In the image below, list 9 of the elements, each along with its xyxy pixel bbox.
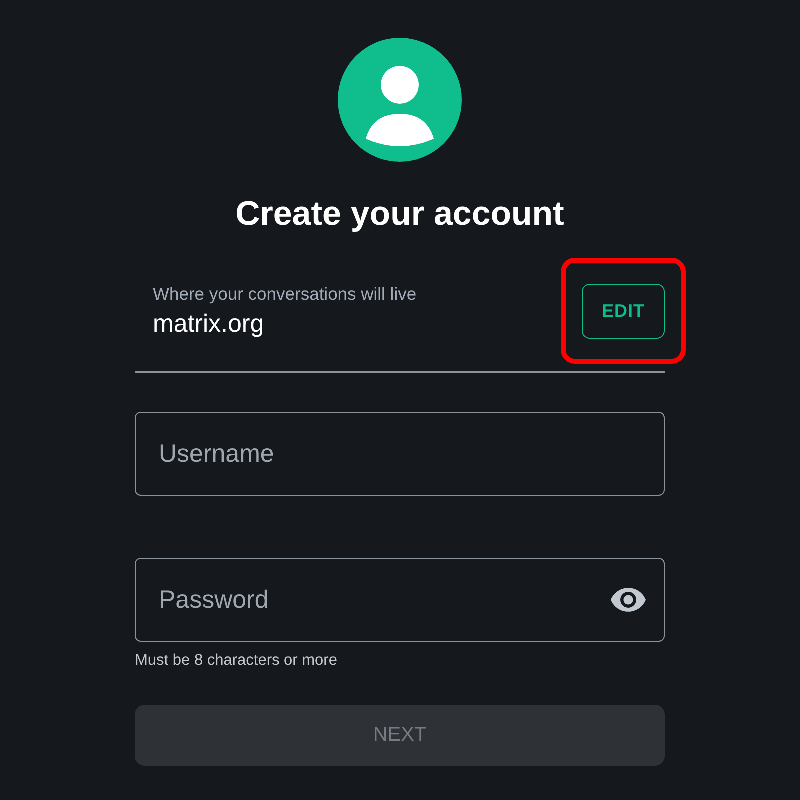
edit-button[interactable]: EDIT [582, 284, 665, 338]
page-title: Create your account [234, 194, 566, 234]
password-field[interactable]: Password [135, 558, 665, 642]
username-field[interactable]: Username [135, 412, 665, 496]
person-avatar-icon [338, 38, 462, 162]
server-label: Where your conversations will live [153, 283, 417, 305]
server-name: matrix.org [153, 309, 266, 339]
helper-text: Must be 8 characters or more [135, 651, 338, 671]
eye-icon[interactable] [611, 588, 646, 612]
